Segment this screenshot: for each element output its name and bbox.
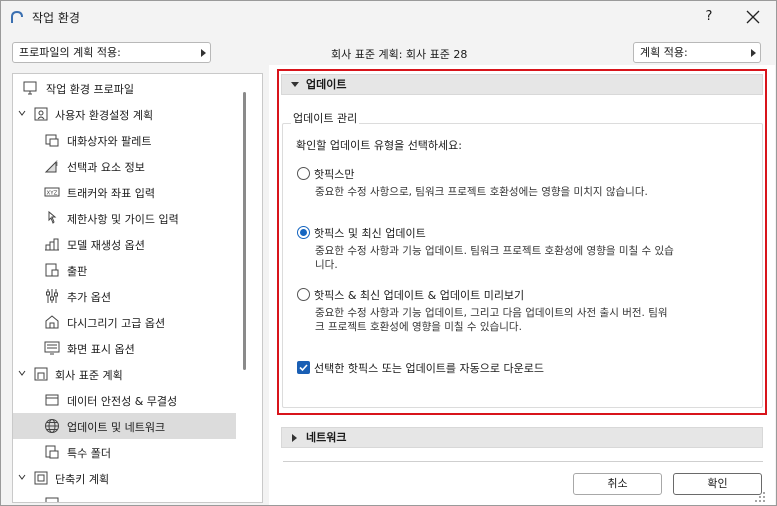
tree-item-constraints-guides[interactable]: 제한사항 및 가이드 입력 [13, 205, 236, 231]
publish-icon [45, 263, 59, 277]
tree-scrollbar[interactable] [243, 92, 246, 370]
tree-item-selection-info[interactable]: i 선택과 요소 정보 [13, 153, 236, 179]
tree-item-display-options[interactable]: 화면 표시 옵션 [13, 335, 236, 361]
close-icon[interactable] [737, 7, 769, 27]
tree-item-label: 업데이트 및 네트워크 [67, 421, 166, 434]
tree-item-label: 제한사항 및 가이드 입력 [67, 213, 179, 226]
tree-item-label: 대화상자와 팔레트 [67, 135, 152, 148]
tree-item-label: 추가 옵션 [67, 291, 111, 304]
special-folder-icon [45, 445, 59, 459]
tree-item-label: 단축키 계획 [55, 473, 110, 486]
redraw-icon [45, 315, 59, 329]
tree-item-label: 특수 폴더 [67, 447, 111, 460]
company-scheme-icon [34, 367, 48, 381]
company-standard-label: 회사 표준 계획: 회사 표준 28 [331, 48, 468, 61]
model-rebuild-icon [45, 238, 59, 251]
apply-profile-dropdown[interactable]: 프로파일의 계획 적용: [12, 42, 211, 63]
tree-item-label: 모델 재생성 옵션 [67, 239, 145, 252]
shortcut-scheme-icon [34, 471, 48, 485]
tree-item-update-network[interactable]: 업데이트 및 네트워크 [13, 413, 236, 439]
ok-button[interactable]: 확인 [673, 473, 762, 495]
tree-item-label: 데이터 안전성 & 무결성 [67, 395, 178, 408]
tracker-xyz-icon: XYZ [44, 187, 60, 197]
tree-item-model-rebuild[interactable]: 모델 재생성 옵션 [13, 231, 236, 257]
network-section-title: 네트워크 [306, 431, 347, 444]
data-safety-icon [45, 394, 59, 406]
tree-item-company-scheme[interactable]: 회사 표준 계획 [13, 361, 236, 387]
tree-item-tracker-coords[interactable]: XYZ 트래커와 좌표 입력 [13, 179, 236, 205]
tree-item-shortcut-scheme[interactable]: 단축키 계획 [13, 465, 236, 491]
tree-item-dialogs-palettes[interactable]: 대화상자와 팔레트 [13, 127, 236, 153]
tree-item-data-safety[interactable]: 데이터 안전성 & 무결성 [13, 387, 236, 413]
tree-item-label: 트래커와 좌표 입력 [67, 187, 155, 200]
svg-text:i: i [56, 160, 58, 168]
tree-item-publish[interactable]: 출판 [13, 257, 236, 283]
constraint-guide-icon [48, 210, 57, 224]
archicad-icon [11, 10, 23, 23]
dialog-palette-icon [45, 134, 59, 147]
apply-profile-label: 프로파일의 계획 적용: [19, 46, 121, 59]
selection-info-icon: i [44, 160, 58, 173]
monitor-profile-icon [23, 81, 37, 95]
chevron-down-icon [18, 110, 26, 116]
tree-item-special-folders[interactable]: 특수 폴더 [13, 439, 236, 465]
tree-item-work-environment-profile[interactable]: 작업 환경 프로파일 [13, 75, 236, 101]
tree-item-label: 회사 표준 계획 [55, 369, 123, 382]
cancel-button[interactable]: 취소 [573, 473, 662, 495]
keyboard-icon [45, 497, 59, 502]
tree-item-redraw-advanced[interactable]: 다시그리기 고급 옵션 [13, 309, 236, 335]
highlight-frame [277, 69, 767, 415]
tree-item-label: 사용자 환경설정 계획 [55, 109, 154, 122]
tree-item-more-options[interactable]: 추가 옵션 [13, 283, 236, 309]
window-title: 작업 환경 [32, 11, 80, 25]
footer-divider [283, 461, 763, 462]
apply-scheme-label: 계획 적용: [640, 46, 688, 59]
tree-item-label: 출판 [67, 265, 88, 278]
triangle-right-icon [292, 434, 297, 442]
tree-item-partial [13, 491, 236, 502]
work-environment-dialog: 작업 환경 ? 프로파일의 계획 적용: 회사 표준 계획: 회사 표준 28 … [0, 0, 777, 506]
chevron-down-icon [18, 370, 26, 376]
tree-item-user-scheme[interactable]: 사용자 환경설정 계획 [13, 101, 236, 127]
more-options-icon [46, 289, 58, 303]
apply-scheme-dropdown[interactable]: 계획 적용: [633, 42, 761, 63]
network-section-header[interactable]: 네트워크 [281, 427, 763, 448]
resize-grip-icon[interactable] [750, 490, 768, 502]
chevron-right-icon [751, 49, 756, 57]
display-icon [44, 341, 60, 355]
chevron-right-icon [201, 49, 206, 57]
help-button[interactable]: ? [695, 7, 723, 27]
settings-tree: 작업 환경 프로파일 사용자 환경설정 계획 대화상자와 팔레트 i 선택과 요… [12, 73, 263, 503]
tree-item-label: 다시그리기 고급 옵션 [67, 317, 166, 330]
svg-text:XYZ: XYZ [47, 191, 58, 197]
user-scheme-icon [34, 107, 48, 121]
tree-item-label: 선택과 요소 정보 [67, 161, 145, 174]
tree-item-label: 화면 표시 옵션 [67, 343, 135, 356]
tree-item-label: 작업 환경 프로파일 [46, 83, 134, 96]
globe-icon [45, 419, 59, 433]
title-bar: 작업 환경 ? [1, 1, 776, 33]
chevron-down-icon [18, 474, 26, 480]
